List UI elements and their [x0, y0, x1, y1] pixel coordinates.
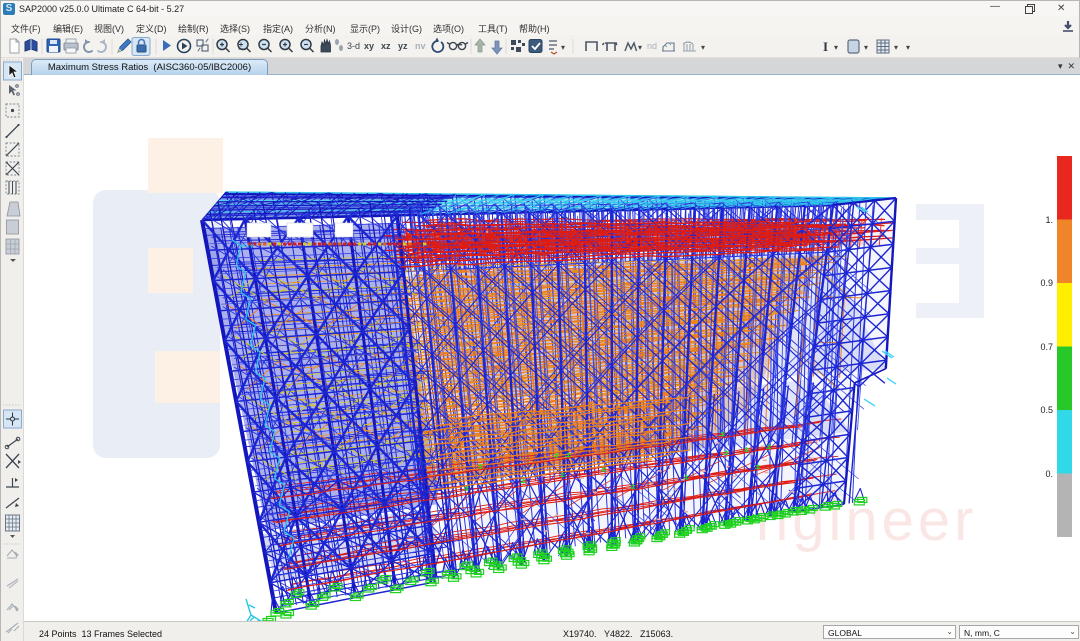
svg-text:0.: 0.: [1045, 469, 1053, 479]
svg-text:3-d: 3-d: [347, 41, 360, 51]
svg-text:xy: xy: [364, 41, 374, 51]
svg-text:yz: yz: [398, 41, 408, 51]
svg-text:0.9: 0.9: [1040, 278, 1053, 288]
svg-text:nv: nv: [415, 41, 426, 51]
svg-text:▾: ▾: [906, 43, 910, 52]
svg-text:0.5: 0.5: [1040, 405, 1053, 415]
svg-text:I: I: [823, 39, 828, 54]
svg-text:xz: xz: [381, 41, 391, 51]
svg-text:▾: ▾: [561, 43, 565, 52]
svg-text:▾: ▾: [701, 43, 705, 52]
svg-text:nd: nd: [647, 41, 657, 51]
svg-text:«««: «««: [241, 241, 255, 250]
svg-text:▾: ▾: [834, 43, 838, 52]
svg-text:▾: ▾: [638, 43, 642, 52]
svg-text:1.: 1.: [1045, 215, 1053, 225]
svg-text:▾: ▾: [894, 43, 898, 52]
svg-text:▾: ▾: [864, 43, 868, 52]
svg-text:0.7: 0.7: [1040, 342, 1053, 352]
